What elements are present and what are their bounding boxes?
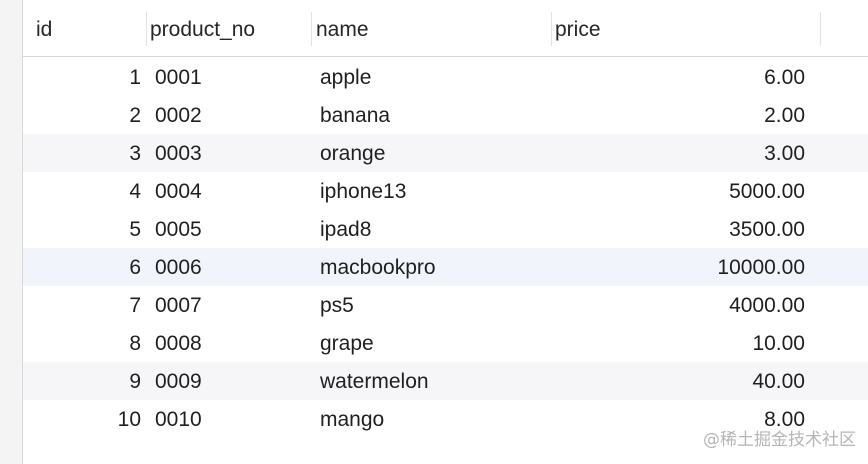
cell-id[interactable]: 10	[23, 400, 141, 438]
cell-name[interactable]: apple	[320, 58, 550, 96]
results-grid: id product_no name price 1 0001 apple 6.…	[0, 0, 868, 464]
table-row[interactable]: 2 0002 banana 2.00	[23, 96, 868, 134]
table-body: 1 0001 apple 6.00 2 0002 banana 2.00 3 0…	[23, 58, 868, 438]
cell-product-no[interactable]: 0003	[155, 134, 305, 172]
cell-product-no[interactable]: 0008	[155, 324, 305, 362]
table-row[interactable]: 7 0007 ps5 4000.00	[23, 286, 868, 324]
column-divider[interactable]	[311, 12, 312, 46]
cell-product-no[interactable]: 0007	[155, 286, 305, 324]
cell-product-no[interactable]: 0005	[155, 210, 305, 248]
cell-id[interactable]: 5	[23, 210, 141, 248]
cell-price[interactable]: 3500.00	[563, 210, 805, 248]
table-row[interactable]: 8 0008 grape 10.00	[23, 324, 868, 362]
cell-id[interactable]: 9	[23, 362, 141, 400]
cell-product-no[interactable]: 0004	[155, 172, 305, 210]
cell-price[interactable]: 6.00	[563, 58, 805, 96]
cell-price[interactable]: 5000.00	[563, 172, 805, 210]
table-header: id product_no name price	[23, 0, 868, 57]
column-header-price[interactable]: price	[555, 0, 601, 56]
cell-name[interactable]: ipad8	[320, 210, 550, 248]
cell-id[interactable]: 3	[23, 134, 141, 172]
cell-product-no[interactable]: 0009	[155, 362, 305, 400]
cell-name[interactable]: mango	[320, 400, 550, 438]
cell-price[interactable]: 2.00	[563, 96, 805, 134]
cell-id[interactable]: 8	[23, 324, 141, 362]
cell-price[interactable]: 10.00	[563, 324, 805, 362]
cell-name[interactable]: iphone13	[320, 172, 550, 210]
cell-id[interactable]: 7	[23, 286, 141, 324]
cell-price[interactable]: 4000.00	[563, 286, 805, 324]
cell-id[interactable]: 6	[23, 248, 141, 286]
column-divider[interactable]	[146, 12, 147, 46]
table-row[interactable]: 3 0003 orange 3.00	[23, 134, 868, 172]
cell-id[interactable]: 2	[23, 96, 141, 134]
cell-name[interactable]: grape	[320, 324, 550, 362]
column-header-name[interactable]: name	[316, 0, 369, 56]
column-header-id[interactable]: id	[36, 0, 52, 56]
column-divider[interactable]	[551, 12, 552, 46]
cell-name[interactable]: watermelon	[320, 362, 550, 400]
column-divider[interactable]	[820, 12, 821, 46]
table-row[interactable]: 5 0005 ipad8 3500.00	[23, 210, 868, 248]
table-row[interactable]: 6 0006 macbookpro 10000.00	[23, 248, 868, 286]
cell-product-no[interactable]: 0010	[155, 400, 305, 438]
cell-price[interactable]: 40.00	[563, 362, 805, 400]
cell-price[interactable]: 10000.00	[563, 248, 805, 286]
cell-name[interactable]: orange	[320, 134, 550, 172]
cell-product-no[interactable]: 0006	[155, 248, 305, 286]
cell-name[interactable]: macbookpro	[320, 248, 550, 286]
column-header-product-no[interactable]: product_no	[150, 0, 255, 56]
cell-product-no[interactable]: 0001	[155, 58, 305, 96]
watermark: @稀土掘金技术社区	[703, 430, 856, 450]
cell-id[interactable]: 1	[23, 58, 141, 96]
cell-product-no[interactable]: 0002	[155, 96, 305, 134]
cell-price[interactable]: 3.00	[563, 134, 805, 172]
row-gutter	[0, 0, 23, 464]
cell-id[interactable]: 4	[23, 172, 141, 210]
cell-name[interactable]: ps5	[320, 286, 550, 324]
table-row[interactable]: 1 0001 apple 6.00	[23, 58, 868, 96]
cell-name[interactable]: banana	[320, 96, 550, 134]
table-row[interactable]: 9 0009 watermelon 40.00	[23, 362, 868, 400]
table-row[interactable]: 4 0004 iphone13 5000.00	[23, 172, 868, 210]
